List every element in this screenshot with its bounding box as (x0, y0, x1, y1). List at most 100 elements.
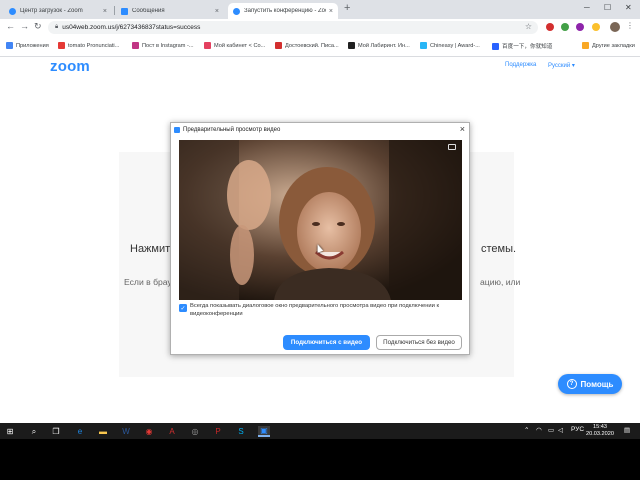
lock-icon: 🔒︎ (55, 24, 59, 30)
bookmark-label: Другие закладки (592, 42, 635, 49)
always-show-preview-checkbox[interactable]: ✓ (179, 304, 187, 312)
bookmark-star-icon[interactable]: ☆ (525, 22, 532, 31)
messages-favicon-icon (121, 7, 128, 15)
bookmark-item[interactable]: tomato Pronunciati... (58, 42, 119, 49)
checkbox-label: Всегда показывать диалоговое окно предва… (190, 303, 440, 317)
camera-feed-image (179, 140, 462, 300)
network-icon[interactable]: ⌃ (524, 426, 529, 434)
bookmark-icon (348, 42, 355, 49)
zoom-app-icon (174, 127, 180, 133)
bookmark-label: Мой кабинет < Co... (214, 42, 266, 49)
dialog-title: Предварительный просмотр видео (183, 127, 281, 133)
new-tab-button[interactable]: + (344, 2, 350, 14)
clock[interactable]: 15:43 20.03.2020 (586, 424, 614, 438)
browser-toolbar: ← → ↻ 🔒︎ us04web.zoom.us/j/6273436837sta… (0, 19, 640, 36)
powerpoint-icon[interactable]: P (212, 426, 224, 437)
help-question-icon: ? (566, 379, 577, 389)
browser-menu-icon[interactable]: ⋮ (626, 21, 634, 30)
zoom-favicon-icon (233, 7, 240, 15)
taskbar: ⊞ ⌕ ❐ e ▬ W ◉ A ◎ P S ▣ ⌃ ◠ ▭ ◁ РУС 15:4… (0, 423, 640, 480)
bookmark-label: 百度一下，你就知道 (502, 44, 553, 50)
bookmark-icon (204, 42, 211, 49)
help-button[interactable]: ? Помощь (558, 374, 622, 394)
bookmark-icon (275, 42, 282, 49)
close-tab-icon[interactable]: × (329, 8, 333, 15)
clock-time: 15:43 (593, 424, 607, 430)
tab-title: Центр загрузок - Zoom (20, 8, 83, 14)
help-label: Помощь (580, 379, 614, 389)
close-window-icon[interactable]: ✕ (625, 3, 632, 12)
tab-strip: Центр загрузок - Zoom × Сообщения × Запу… (0, 0, 640, 19)
bookmark-item[interactable]: Достоевский. Писа... (275, 42, 339, 49)
join-without-video-button[interactable]: Подключиться без видео (376, 335, 462, 350)
page-content: zoom Поддержка Русский ▾ Нажмит стемы. Е… (0, 57, 640, 423)
page-instruction-text: Нажмит (130, 243, 171, 255)
zoom-taskbar-icon[interactable]: ▣ (258, 426, 270, 437)
profile-avatar[interactable] (610, 22, 620, 32)
extension-icon[interactable] (576, 23, 584, 31)
battery-icon[interactable]: ▭ (548, 426, 554, 434)
app-icon[interactable]: ◎ (189, 426, 201, 437)
tab-separator (114, 6, 115, 15)
bookmark-item[interactable]: Chineasy | Award-... (420, 42, 480, 49)
bookmark-item[interactable]: Пост в Instagram -... (132, 42, 194, 49)
camera-toggle-icon[interactable] (448, 144, 456, 150)
bookmarks-bar: Приложения tomato Pronunciati... Пост в … (0, 36, 640, 57)
bookmark-label: Мой Лабиринт. Ин... (358, 42, 410, 49)
close-tab-icon[interactable]: × (103, 8, 107, 15)
bookmark-apps[interactable]: Приложения (6, 42, 49, 49)
apps-icon (6, 42, 13, 49)
taskbar-strip: ⊞ ⌕ ❐ e ▬ W ◉ A ◎ P S ▣ ⌃ ◠ ▭ ◁ РУС 15:4… (0, 423, 640, 439)
tab-messages[interactable]: Сообщения × (116, 3, 224, 19)
notifications-icon[interactable]: ▤ (624, 426, 630, 434)
video-preview (179, 140, 462, 300)
file-explorer-icon[interactable]: ▬ (97, 426, 109, 437)
language-selector[interactable]: Русский ▾ (548, 62, 575, 69)
bookmark-item[interactable]: 百度一下，你就知道 (492, 42, 552, 50)
maximize-icon[interactable]: ☐ (604, 3, 611, 12)
task-view-icon[interactable]: ❐ (50, 426, 62, 437)
address-bar[interactable]: 🔒︎ us04web.zoom.us/j/6273436837status=su… (48, 21, 538, 34)
edge-icon[interactable]: e (74, 426, 86, 437)
bookmark-label: Достоевский. Писа... (285, 42, 339, 49)
extension-icon[interactable] (592, 23, 600, 31)
minimize-icon[interactable]: ─ (584, 3, 590, 12)
page-instruction-text: стемы. (481, 243, 517, 255)
language-indicator[interactable]: РУС (571, 426, 584, 433)
tab-title: Запустить конференцию - Zoom (244, 8, 326, 14)
video-preview-dialog: Предварительный просмотр видео × ✓ Всегд… (170, 122, 470, 355)
bookmark-item[interactable]: Мой Лабиринт. Ин... (348, 42, 410, 49)
wifi-icon[interactable]: ◠ (536, 426, 542, 434)
join-with-video-button[interactable]: Подключиться с видео (283, 335, 370, 350)
clock-date: 20.03.2020 (586, 431, 614, 437)
search-icon[interactable]: ⌕ (28, 426, 40, 437)
address-text: us04web.zoom.us/j/6273436837status=succe… (62, 24, 201, 31)
bookmark-other[interactable]: Другие закладки (582, 42, 635, 49)
tab-download-center[interactable]: Центр загрузок - Zoom × (4, 3, 112, 19)
back-icon[interactable]: ← (6, 21, 15, 31)
close-dialog-icon[interactable]: × (460, 124, 465, 134)
tab-start-conference[interactable]: Запустить конференцию - Zoom × (228, 3, 338, 19)
tab-title: Сообщения (132, 8, 165, 14)
extension-icon[interactable] (546, 23, 554, 31)
reload-icon[interactable]: ↻ (34, 21, 42, 32)
zoom-favicon-icon (9, 7, 16, 15)
instagram-icon (132, 42, 139, 49)
skype-icon[interactable]: S (235, 426, 247, 437)
bookmark-item[interactable]: Мой кабинет < Co... (204, 42, 265, 49)
word-icon[interactable]: W (120, 426, 132, 437)
close-tab-icon[interactable]: × (215, 8, 219, 15)
baidu-icon (492, 42, 499, 50)
support-link[interactable]: Поддержка (505, 62, 536, 68)
extension-icon[interactable] (561, 23, 569, 31)
page-secondary-text: ацию, или (480, 277, 521, 287)
folder-icon (582, 42, 589, 49)
windows-start-icon[interactable]: ⊞ (4, 426, 16, 437)
zoom-logo[interactable]: zoom (50, 58, 90, 75)
bookmark-label: Приложения (16, 42, 49, 49)
volume-icon[interactable]: ◁ (558, 426, 563, 434)
forward-icon[interactable]: → (20, 21, 29, 31)
acrobat-icon[interactable]: A (166, 426, 178, 437)
chrome-icon[interactable]: ◉ (143, 426, 155, 437)
bookmark-label: Пост в Instagram -... (142, 42, 194, 49)
